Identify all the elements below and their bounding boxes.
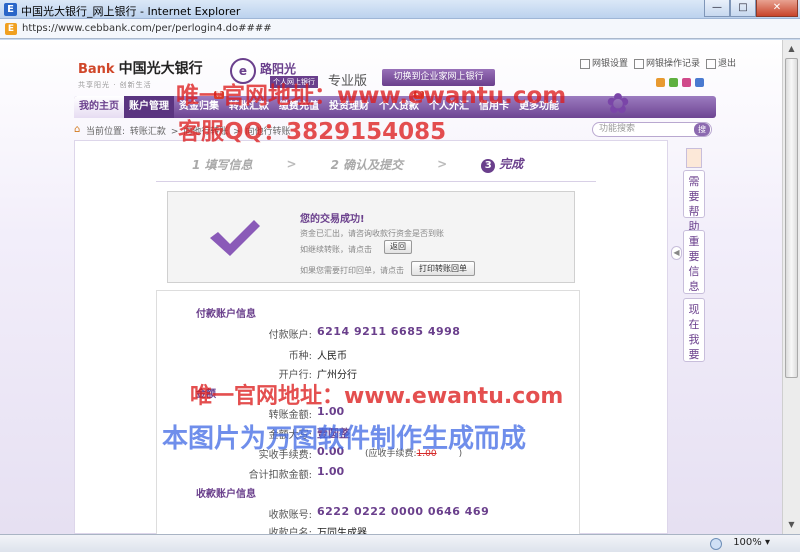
payee-account-label: 收款账号: [268, 510, 312, 521]
step-separator: > [437, 157, 448, 171]
need-help-char: 要 [688, 190, 700, 203]
url-text[interactable]: https://www.cebbank.com/per/perlogin4.do… [22, 23, 272, 34]
watermark-url-bottom: 唯一官网地址：www.ewantu.com [190, 384, 564, 409]
payee-account-value: 6222 0222 0000 0646 469 [317, 505, 490, 518]
settings-icon [580, 58, 590, 69]
theme-green[interactable] [669, 78, 678, 87]
success-check-icon [210, 220, 260, 256]
important-info-char: 息 [688, 280, 700, 293]
nav-account-management[interactable]: 账户管理 [124, 96, 174, 118]
need-help-char: 需 [688, 175, 700, 188]
bank-name: 中国光大银行 [118, 61, 203, 77]
assistant-avatar-icon [686, 148, 702, 168]
zoom-level[interactable]: 100% ▾ [733, 537, 770, 548]
theme-orange[interactable] [656, 78, 665, 87]
success-message-box: 您的交易成功! 资金已汇出，请咨询收款行资金是否到账 如继续转账，请点击 返回 … [167, 191, 575, 283]
step-confirm: 2 确认及提交 [330, 157, 404, 172]
watermark-url-top: 唯一官网地址：www.ewantu.com [176, 83, 567, 109]
breadcrumb-prefix: 当前位置: [86, 127, 126, 137]
total-value: 1.00 [317, 465, 345, 478]
important-info-char: 信 [688, 265, 700, 278]
nav-home-label: 我的主页 [79, 101, 119, 112]
payee-section-title: 收款账户信息 [196, 489, 256, 500]
continue-transfer-text: 如继续转账，请点击 [300, 245, 372, 254]
home-icon: ⌂ [74, 124, 81, 135]
watermark-qq: 客服QQ：3829154085 [178, 119, 447, 145]
close-button[interactable]: ✕ [756, 0, 798, 17]
ie-app-icon: E [4, 3, 17, 16]
log-icon [634, 58, 645, 69]
i-want-now-char: 现 [688, 303, 700, 316]
window-titlebar: E 中国光大银行_网上银行 - Internet Explorer — □ ✕ [0, 0, 800, 19]
important-info-char: 要 [688, 250, 700, 263]
payer-account-value: 6214 9211 6685 4998 [317, 325, 461, 338]
scroll-up-icon[interactable]: ▲ [785, 42, 798, 56]
window-title: 中国光大银行_网上银行 - Internet Explorer [21, 5, 241, 18]
nav-home[interactable]: 我的主页 [74, 96, 124, 118]
total-label: 合计扣款金额: [248, 470, 312, 481]
ebank-settings-label: 网银设置 [592, 59, 629, 69]
success-title: 您的交易成功! [300, 214, 365, 225]
breadcrumb-item-transfer[interactable]: 转账汇款 [130, 127, 166, 137]
zoom-level-value: 100% [733, 537, 762, 548]
currency-label: 币种: [288, 351, 312, 362]
step-complete-number: 3 [481, 159, 496, 173]
theme-color-picker [656, 78, 704, 87]
important-info-tab[interactable]: 重要信息 [683, 230, 705, 294]
flower-decoration-icon: ✿ [606, 87, 630, 120]
scrollbar-thumb[interactable] [785, 58, 798, 378]
i-want-now-char: 在 [688, 318, 700, 331]
minimize-button[interactable]: — [704, 0, 730, 17]
step-separator: > [286, 157, 297, 171]
logout-icon [706, 58, 717, 69]
step-complete-label: 完成 [499, 157, 524, 171]
zoom-dropdown-icon: ▾ [764, 537, 770, 548]
site-favicon-icon: E [5, 23, 17, 35]
need-help-char: 帮 [688, 205, 700, 218]
sunshine-brand-name: 路阳光 [260, 62, 297, 76]
print-receipt-button[interactable]: 打印转账回单 [411, 261, 475, 276]
step-fill-info: 1 填写信息 [192, 157, 253, 172]
theme-blue[interactable] [695, 78, 704, 87]
success-message: 资金已汇出，请咨询收款行资金是否到账 [300, 229, 444, 238]
vertical-scrollbar[interactable]: ▲ ▼ [782, 40, 800, 534]
ebank-settings-link[interactable]: 网银设置 [580, 56, 628, 69]
search-icon[interactable]: 搜 [694, 123, 710, 136]
collapse-side-panel-icon[interactable]: ◀ [671, 246, 682, 260]
i-want-now-char: 要 [688, 348, 700, 361]
logout-link[interactable]: 退出 [706, 56, 736, 69]
ebank-log-link[interactable]: 网银操作记录 [634, 56, 700, 69]
status-bar: 100% ▾ [0, 534, 800, 552]
address-bar[interactable]: E https://www.cebbank.com/per/perlogin4.… [0, 19, 800, 39]
window-controls: — □ ✕ [704, 0, 798, 18]
print-receipt-text: 如果您需要打印回单，请点击 [300, 266, 404, 275]
nav-account-management-label: 账户管理 [129, 101, 169, 112]
back-button[interactable]: 返回 [384, 240, 412, 254]
theme-pink[interactable] [682, 78, 691, 87]
progress-steps: 1 填写信息 > 2 确认及提交 > 3 完成 [192, 155, 523, 173]
step-complete: 3 完成 [481, 155, 523, 173]
logout-label: 退出 [718, 59, 737, 69]
top-links: 网银设置 网银操作记录 退出 [580, 56, 736, 69]
need-help-tab[interactable]: 需要帮助 [683, 170, 705, 233]
watermark-software: 本图片为万图软件制作生成而成 [162, 424, 527, 454]
i-want-now-char: 我 [688, 333, 700, 346]
important-info-char: 重 [688, 235, 700, 248]
ebank-log-label: 网银操作记录 [646, 59, 701, 69]
payer-account-label: 付款账户: [268, 330, 312, 341]
zoom-icon[interactable] [710, 538, 722, 550]
payer-section-title: 付款账户信息 [196, 309, 256, 320]
maximize-button[interactable]: □ [730, 0, 756, 17]
i-want-now-tab[interactable]: 现在我要 [683, 298, 705, 362]
currency-value: 人民币 [317, 351, 347, 362]
scroll-down-icon[interactable]: ▼ [785, 518, 798, 532]
bank-logo-mark: Bank [78, 62, 115, 77]
steps-divider [156, 181, 596, 182]
